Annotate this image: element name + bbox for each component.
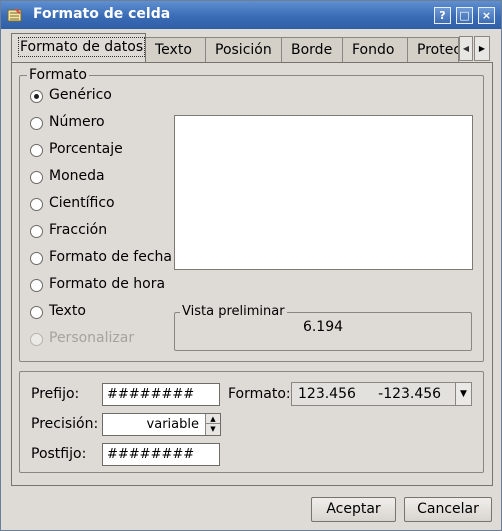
- tab-formato-de-datos[interactable]: Formato de datos: [11, 33, 146, 63]
- prefix-input[interactable]: ########: [102, 383, 220, 406]
- postfix-label: Postfijo:: [31, 446, 87, 462]
- radio-button[interactable]: [30, 117, 43, 130]
- format-label: Formato:: [228, 386, 291, 402]
- tab-panel: Formato Genérico Número Porcentaje Moned…: [11, 62, 493, 486]
- chevron-down-icon[interactable]: ▼: [455, 383, 471, 405]
- radio-label: Formato de fecha: [49, 249, 172, 265]
- preview-value: 6.194: [302, 319, 344, 335]
- accept-button[interactable]: Aceptar: [311, 497, 396, 522]
- title-bar[interactable]: Formato de celda ? □ ×: [1, 1, 501, 29]
- radio-label: Número: [49, 114, 105, 130]
- radio-button[interactable]: [30, 252, 43, 265]
- radio-label: Porcentaje: [49, 141, 123, 157]
- radio-button[interactable]: [30, 279, 43, 292]
- tab-fondo[interactable]: Fondo: [342, 37, 408, 63]
- tab-posicion[interactable]: Posición: [205, 37, 282, 63]
- spin-down-icon[interactable]: ▼: [206, 424, 220, 434]
- spin-up-icon[interactable]: ▲: [206, 414, 220, 424]
- window-title: Formato de celda: [33, 6, 171, 22]
- tab-label: Posición: [215, 42, 272, 58]
- postfix-input[interactable]: ########: [102, 443, 220, 466]
- tab-texto[interactable]: Texto: [145, 37, 206, 63]
- radio-button[interactable]: [30, 225, 43, 238]
- radio-label: Fracción: [49, 222, 108, 238]
- help-button[interactable]: ?: [434, 7, 451, 24]
- radio-button[interactable]: [30, 144, 43, 157]
- tab-borde[interactable]: Borde: [281, 37, 343, 63]
- format-group-title: Formato: [27, 67, 89, 83]
- tab-label: Protec: [417, 42, 459, 58]
- radio-label: Genérico: [49, 87, 112, 103]
- format-list[interactable]: [174, 115, 473, 270]
- app-icon: [7, 8, 22, 22]
- radio-button[interactable]: [30, 198, 43, 211]
- tab-scroll-left-icon[interactable]: ◀: [459, 36, 473, 61]
- tab-label: Formato de datos: [17, 37, 146, 57]
- precision-spinbox[interactable]: variable ▲ ▼: [102, 413, 221, 436]
- tab-label: Borde: [291, 42, 333, 58]
- spin-buttons[interactable]: ▲ ▼: [205, 414, 220, 435]
- tab-bar: Texto Posición Borde Fondo Protec Format…: [1, 29, 501, 63]
- maximize-button[interactable]: □: [456, 7, 473, 24]
- precision-label: Precisión:: [31, 416, 99, 432]
- radio-button[interactable]: [30, 306, 43, 319]
- radio-label: Científico: [49, 195, 115, 211]
- tab-proteccion[interactable]: Protec: [407, 37, 459, 63]
- format-combo[interactable]: 123.456 -123.456 ▼: [291, 382, 472, 406]
- preview-group-title: Vista preliminar: [180, 304, 287, 319]
- radio-label: Personalizar: [49, 330, 135, 346]
- radio-label: Moneda: [49, 168, 105, 184]
- tab-label: Fondo: [352, 42, 395, 58]
- radio-button[interactable]: [30, 90, 43, 103]
- radio-label: Formato de hora: [49, 276, 166, 292]
- precision-value: variable: [146, 417, 199, 432]
- cancel-button[interactable]: Cancelar: [404, 497, 492, 522]
- tab-label: Texto: [155, 42, 192, 58]
- radio-button[interactable]: [30, 171, 43, 184]
- radio-label: Texto: [49, 303, 86, 319]
- prefix-label: Prefijo:: [31, 386, 80, 402]
- tab-scroll-right-icon[interactable]: ▶: [474, 36, 490, 61]
- format-cells-dialog: Formato de celda ? □ × Texto Posición Bo…: [0, 0, 502, 531]
- format-combo-value: 123.456 -123.456: [298, 386, 442, 402]
- close-button[interactable]: ×: [478, 7, 495, 24]
- radio-button: [30, 333, 43, 346]
